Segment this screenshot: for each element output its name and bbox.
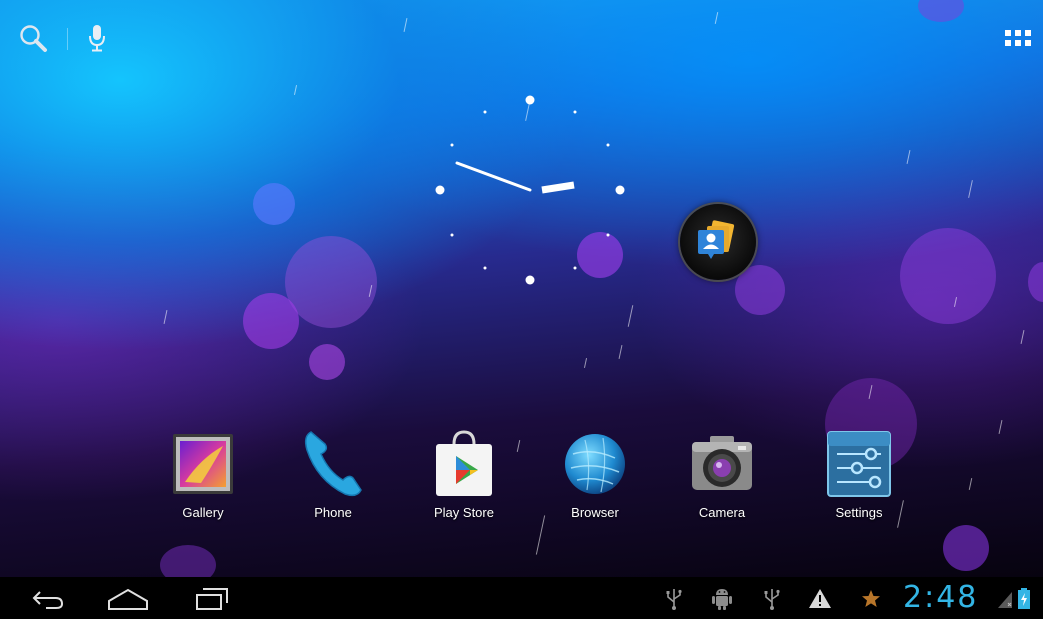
settings-icon — [827, 431, 891, 497]
wallpaper-streak — [998, 420, 1003, 434]
analog-clock[interactable] — [430, 90, 630, 290]
app-label: Gallery — [182, 505, 224, 520]
app-label: Browser — [571, 505, 619, 520]
wallpaper-streak — [627, 305, 634, 327]
mic-icon[interactable] — [86, 23, 108, 53]
wallpaper-streak — [163, 310, 168, 324]
camera-icon — [692, 436, 752, 490]
search-icon[interactable] — [18, 23, 48, 53]
wallpaper-bokeh — [309, 344, 345, 380]
wallpaper-streak — [714, 12, 719, 24]
wallpaper-streak — [906, 150, 911, 164]
warning-icon[interactable] — [808, 586, 832, 610]
app-settings[interactable]: Settings — [804, 428, 914, 528]
app-phone[interactable]: Phone — [278, 428, 388, 528]
wallpaper-bokeh — [285, 236, 377, 328]
clock-hour-hand — [541, 181, 575, 194]
wallpaper-bokeh — [900, 228, 996, 324]
gallery-icon — [173, 434, 233, 494]
wallpaper-bokeh — [943, 525, 989, 571]
usb-icon[interactable] — [664, 586, 684, 610]
navigation-bar: 2:48 — [0, 577, 1043, 619]
contacts-folder-icon[interactable] — [680, 204, 756, 280]
star-icon[interactable] — [860, 586, 882, 610]
wallpaper-streak — [968, 180, 973, 198]
app-label: Settings — [835, 505, 883, 520]
app-label: Phone — [314, 505, 352, 520]
app-label: Play Store — [434, 505, 494, 520]
clock-marker-3 — [615, 185, 625, 195]
app-browser[interactable]: Browser — [540, 428, 650, 528]
app-drawer-icon[interactable] — [1003, 28, 1033, 48]
wallpaper-bokeh — [1028, 262, 1043, 302]
wallpaper-streak — [968, 478, 973, 490]
app-camera[interactable]: Camera — [667, 428, 777, 528]
status-clock[interactable]: 2:48 — [903, 582, 988, 614]
clock-marker-12 — [525, 95, 535, 105]
app-label: Camera — [698, 505, 746, 520]
wallpaper-streak — [403, 18, 408, 32]
battery-charging-icon — [1018, 588, 1030, 609]
clock-marker-9 — [435, 185, 445, 195]
wallpaper-streak — [1020, 330, 1025, 344]
phone-icon — [304, 431, 362, 497]
app-gallery[interactable]: Gallery — [148, 428, 258, 528]
back-icon[interactable] — [28, 583, 68, 613]
wallpaper-bokeh — [243, 293, 299, 349]
wallpaper-streak — [618, 345, 623, 359]
play-store-icon — [436, 430, 492, 496]
usb-icon[interactable] — [762, 586, 782, 610]
clock-marker-6 — [525, 275, 535, 285]
home-screen: Gallery Phone Play Store Browser Camera … — [0, 0, 1043, 619]
app-play-store[interactable]: Play Store — [409, 428, 519, 528]
recent-apps-icon[interactable] — [193, 583, 231, 613]
home-icon[interactable] — [105, 583, 151, 613]
search-divider — [67, 28, 68, 50]
browser-icon — [565, 434, 625, 494]
android-debug-icon[interactable] — [711, 586, 733, 610]
signal-icon — [998, 592, 1012, 608]
wallpaper-bokeh — [918, 0, 964, 22]
wallpaper-streak — [293, 85, 298, 95]
clock-minute-hand — [455, 161, 532, 192]
wallpaper-streak — [583, 358, 588, 368]
wallpaper-bokeh — [253, 183, 295, 225]
